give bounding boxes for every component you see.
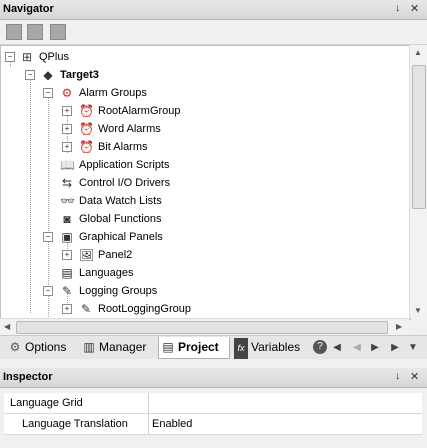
alarm-clock-icon: ⏰ (79, 104, 94, 118)
scroll-up-icon[interactable]: ▲ (414, 48, 422, 57)
tree-item-label: RootAlarmGroup (98, 105, 181, 117)
close-icon[interactable]: ✕ (410, 370, 419, 383)
tab-options[interactable]: ⚙ Options (6, 337, 78, 358)
tab-label: Manager (99, 340, 147, 354)
navigator-title-bar: Navigator ↓ ✕ (0, 0, 427, 20)
horizontal-scrollbar[interactable]: ◀ ▶ (0, 318, 409, 335)
panel-tabs: ⚙ Options ▥ Manager ▤ Project fx Variables ?… (0, 335, 427, 359)
scroll-thumb[interactable] (412, 65, 426, 209)
prev-tab-icon[interactable]: ◀ (350, 337, 364, 358)
property-name: Language Translation (22, 418, 128, 430)
table-view-icon[interactable] (6, 24, 22, 40)
tab-project[interactable]: ▤ Project (158, 337, 230, 359)
expand-toggle[interactable]: + (62, 142, 72, 152)
scroll-down-icon[interactable]: ▼ (414, 306, 422, 315)
navigator-title: Navigator (3, 3, 54, 15)
close-icon[interactable]: ✕ (410, 2, 419, 15)
collapse-toggle[interactable]: − (43, 232, 53, 242)
property-value[interactable]: Enabled (152, 414, 192, 434)
glasses-icon: 👓 (60, 194, 75, 208)
collapse-toggle[interactable]: − (43, 286, 53, 296)
collapse-toggle[interactable]: − (5, 52, 15, 62)
tab-manager[interactable]: ▥ Manager (80, 337, 156, 358)
property-row[interactable]: Language Grid (4, 393, 422, 414)
gear-icon: ⚙ (9, 340, 21, 354)
tree-item-label: Application Scripts (79, 159, 170, 171)
driver-icon: ⇆ (61, 176, 73, 190)
tree-item-label: Graphical Panels (79, 231, 163, 243)
project-tree: − ⊞ QPlus − ◆ Target3 − ⚙ Alarm Groups +… (0, 45, 411, 320)
tab-menu-icon[interactable]: ▼ (406, 337, 420, 358)
last-tab-icon[interactable]: ▶ (388, 337, 402, 358)
expand-toggle[interactable]: + (62, 250, 72, 260)
tree-item-label: Word Alarms (98, 123, 161, 135)
variables-icon: fx (234, 338, 248, 359)
property-name: Language Grid (10, 397, 83, 409)
tab-variables[interactable]: fx Variables (232, 337, 310, 359)
help-icon[interactable]: ? (313, 340, 327, 354)
tree-item-label: Target3 (60, 69, 99, 81)
scroll-left-icon[interactable]: ◀ (4, 322, 10, 331)
scroll-right-icon[interactable]: ▶ (396, 322, 402, 331)
collapse-toggle[interactable]: − (43, 88, 53, 98)
tab-label: Variables (251, 340, 301, 354)
next-tab-icon[interactable]: ▶ (368, 337, 382, 358)
property-row[interactable]: Language Translation Enabled (4, 414, 422, 435)
scroll-thumb[interactable] (16, 321, 388, 334)
tree-item-label: Data Watch Lists (79, 195, 162, 207)
inspector-title-bar: Inspector ↓ ✕ (0, 368, 427, 388)
tree-item-label: Alarm Groups (79, 87, 147, 99)
tab-label: Options (25, 340, 67, 354)
property-category: Language Grid (4, 393, 149, 413)
expand-icon[interactable] (27, 24, 43, 40)
panel-icon: 🖼 (79, 248, 95, 262)
logging-icon: ✎ (61, 284, 73, 298)
first-tab-icon[interactable]: ◀ (330, 337, 344, 358)
manager-icon: ▥ (83, 340, 95, 354)
navigator-toolbar (0, 20, 427, 45)
function-icon: ◙ (63, 212, 71, 226)
tree-item-label: Bit Alarms (98, 141, 148, 153)
collapse-toggle[interactable]: − (25, 70, 35, 80)
expand-toggle[interactable]: + (62, 304, 72, 314)
tree-item-label: RootLoggingGroup (98, 303, 191, 315)
target-icon: ◆ (43, 68, 53, 82)
property-key-cell: Language Translation (4, 414, 149, 434)
vertical-scrollbar[interactable]: ▲ ▼ (409, 45, 427, 318)
pin-icon[interactable]: ↓ (395, 2, 401, 14)
logging-icon: ✎ (80, 302, 92, 316)
tree-item-label: QPlus (39, 51, 69, 63)
expand-toggle[interactable]: + (62, 106, 72, 116)
tree-item-label: Global Functions (79, 213, 162, 225)
alarm-clock-icon: ⏰ (79, 140, 94, 154)
project-icon: ▤ (162, 340, 174, 354)
tree-item-label: Logging Groups (79, 285, 158, 297)
panels-icon: ▣ (61, 230, 73, 244)
inspector-title: Inspector (3, 371, 53, 383)
tree-item-label: Panel2 (98, 249, 133, 261)
splitter[interactable] (0, 359, 427, 367)
pin-icon[interactable]: ↓ (395, 370, 401, 382)
tree-item-label: Control I/O Drivers (79, 177, 171, 189)
languages-icon: ▤ (61, 266, 73, 280)
property-grid: Language Grid Language Translation Enabl… (0, 388, 427, 448)
project-icon: ⊞ (21, 50, 33, 64)
collapse-icon[interactable] (50, 24, 66, 40)
alarm-groups-icon: ⚙ (61, 86, 73, 100)
expand-toggle[interactable]: + (62, 124, 72, 134)
alarm-clock-icon: ⏰ (79, 122, 94, 136)
tree-item-label: Languages (79, 267, 134, 279)
tab-label: Project (178, 340, 219, 354)
book-icon: 📖 (60, 158, 75, 172)
